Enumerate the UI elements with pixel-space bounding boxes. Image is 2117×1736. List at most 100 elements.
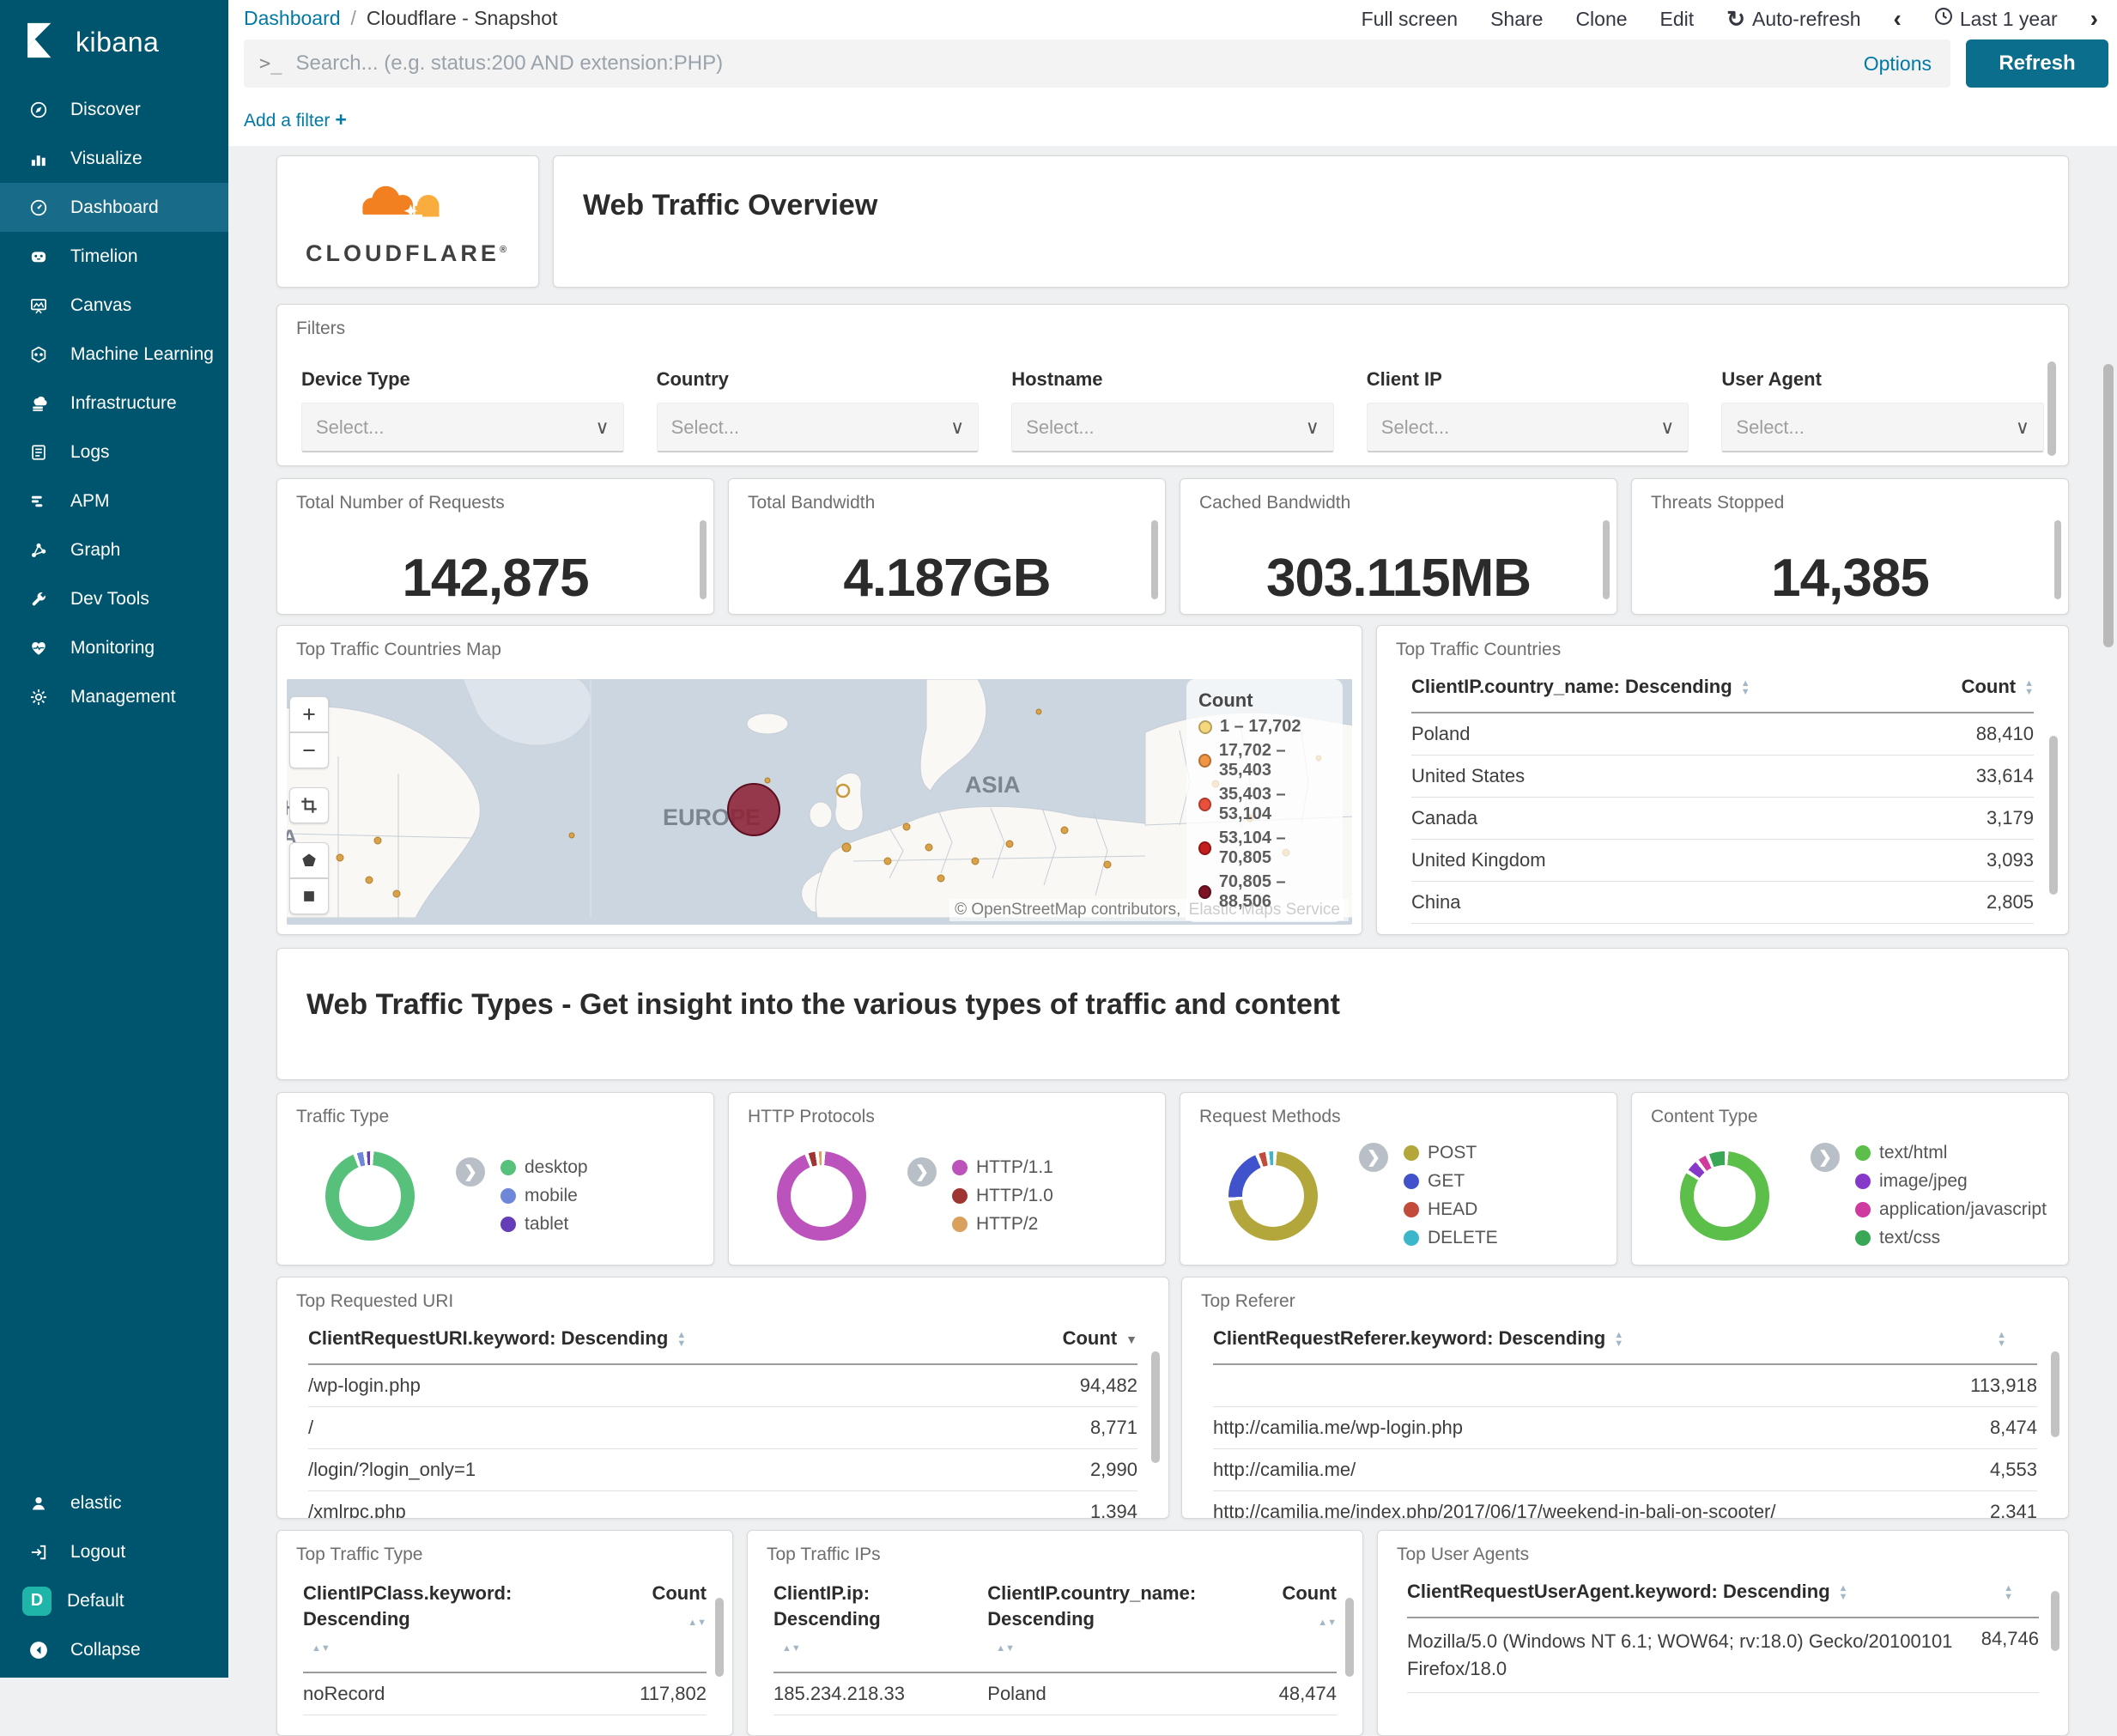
search-input[interactable] — [295, 52, 1845, 76]
legend-item[interactable]: GET — [1404, 1171, 1498, 1192]
request-methods-donut-chart[interactable] — [1228, 1150, 1318, 1241]
legend-item[interactable]: HEAD — [1404, 1199, 1498, 1220]
legend-item[interactable]: HTTP/2 — [952, 1214, 1053, 1235]
column-header[interactable]: ClientRequestUserAgent.keyword: Descendi… — [1407, 1581, 1995, 1603]
map-fit-data-button[interactable] — [289, 787, 329, 823]
scrollbar-thumb[interactable] — [1345, 1598, 1354, 1677]
sidebar-item-label: Logout — [70, 1541, 126, 1562]
column-header[interactable]: ▲ ▼ — [1988, 1327, 2037, 1350]
scrollbar-thumb[interactable] — [1151, 520, 1158, 599]
sidebar: kibana Discover Visualize Dashboard Time… — [0, 0, 228, 1678]
http-protocols-donut-chart[interactable] — [777, 1151, 866, 1241]
sidebar-item-discover[interactable]: Discover — [0, 85, 228, 134]
map-zoom-out-button[interactable]: − — [289, 732, 329, 768]
legend-toggle-icon[interactable]: ❯ — [456, 1157, 485, 1187]
legend-item[interactable]: image/jpeg — [1855, 1171, 2047, 1192]
sidebar-item-label: Monitoring — [70, 637, 155, 658]
scrollbar-thumb[interactable] — [2054, 520, 2061, 599]
filter-label: Client IP — [1366, 368, 1442, 390]
sidebar-item-space-default[interactable]: D Default — [0, 1576, 228, 1625]
sidebar-item-dev-tools[interactable]: Dev Tools — [0, 574, 228, 623]
hostname-select[interactable]: Select... ∨ — [1011, 403, 1334, 452]
breadcrumb-dashboard-link[interactable]: Dashboard — [244, 7, 341, 30]
legend-item[interactable]: application/javascript — [1855, 1199, 2047, 1220]
legend-item[interactable]: POST — [1404, 1143, 1498, 1163]
legend-item[interactable]: text/css — [1855, 1228, 2047, 1248]
sidebar-item-dashboard[interactable]: Dashboard — [0, 183, 228, 232]
full-screen-button[interactable]: Full screen — [1362, 8, 1458, 31]
scrollbar-thumb[interactable] — [700, 520, 707, 599]
sidebar-item-logout[interactable]: Logout — [0, 1527, 228, 1576]
column-header[interactable]: ClientIP.country_name: Descending ▲ ▼ — [1411, 676, 1962, 698]
map-bubble-poland[interactable] — [727, 783, 780, 836]
sidebar-item-collapse[interactable]: Collapse — [0, 1625, 228, 1674]
legend-toggle-icon[interactable]: ❯ — [1811, 1143, 1840, 1172]
panel-title: Top Traffic IPs — [767, 1545, 881, 1564]
column-header[interactable]: ClientIPClass.keyword: Descending ▲▼ — [303, 1581, 652, 1658]
map-zoom-in-button[interactable]: + — [289, 696, 329, 732]
scrollbar-thumb[interactable] — [1151, 1351, 1160, 1463]
legend-item[interactable]: DELETE — [1404, 1228, 1498, 1248]
legend-item[interactable]: mobile — [500, 1186, 588, 1206]
share-button[interactable]: Share — [1490, 8, 1543, 31]
sidebar-item-management[interactable]: Management — [0, 672, 228, 721]
sidebar-item-apm[interactable]: APM — [0, 476, 228, 525]
legend-toggle-icon[interactable]: ❯ — [1359, 1143, 1388, 1172]
scrollbar-thumb[interactable] — [715, 1598, 724, 1677]
client-ip-select[interactable]: Select... ∨ — [1366, 403, 1689, 452]
dev-tools-icon — [29, 590, 48, 609]
auto-refresh-button[interactable]: ↻ Auto-refresh — [1726, 6, 1860, 33]
legend-toggle-icon[interactable]: ❯ — [907, 1157, 937, 1187]
table-row: http://camilia.me/wp-login.php 8,474 — [1213, 1407, 2037, 1449]
refresh-button[interactable]: Refresh — [1966, 39, 2108, 88]
column-header[interactable]: ClientRequestReferer.keyword: Descending… — [1213, 1327, 1988, 1350]
sidebar-item-canvas[interactable]: Canvas — [0, 281, 228, 330]
sidebar-item-label: Visualize — [70, 148, 143, 168]
scrollbar-thumb[interactable] — [1603, 520, 1610, 599]
sidebar-item-timelion[interactable]: Timelion — [0, 232, 228, 281]
add-filter-link[interactable]: Add a filter + — [244, 108, 347, 131]
column-header[interactable]: Count ▼ — [1063, 1327, 1137, 1350]
sidebar-item-user[interactable]: elastic — [0, 1478, 228, 1527]
sidebar-item-monitoring[interactable]: Monitoring — [0, 623, 228, 672]
legend-item[interactable]: tablet — [500, 1214, 588, 1235]
column-header[interactable]: ▲ ▼ — [1995, 1581, 2039, 1603]
page-scrollbar-thumb[interactable] — [2103, 364, 2114, 647]
kibana-logo-block[interactable]: kibana — [0, 0, 228, 85]
sidebar-item-logs[interactable]: Logs — [0, 428, 228, 476]
sidebar-item-infrastructure[interactable]: Infrastructure — [0, 379, 228, 428]
column-header[interactable]: ClientIP.country_name: Descending ▲▼ — [987, 1581, 1224, 1658]
column-header[interactable]: Count▲▼ — [652, 1581, 707, 1632]
scrollbar-thumb[interactable] — [2051, 1351, 2059, 1437]
scrollbar-thumb[interactable] — [2049, 736, 2058, 895]
scrollbar-thumb[interactable] — [2047, 361, 2056, 456]
scrollbar-thumb[interactable] — [2051, 1591, 2059, 1651]
sidebar-item-machine-learning[interactable]: Machine Learning — [0, 330, 228, 379]
query-options-link[interactable]: Options — [1864, 52, 1932, 76]
clone-button[interactable]: Clone — [1575, 8, 1627, 31]
map-draw-polygon-button[interactable] — [289, 842, 329, 878]
collapse-icon — [29, 1641, 48, 1660]
legend-dot — [952, 1188, 968, 1204]
legend-item[interactable]: HTTP/1.1 — [952, 1157, 1053, 1178]
column-header[interactable]: Count▲▼ — [1962, 676, 2034, 698]
sidebar-item-visualize[interactable]: Visualize — [0, 134, 228, 183]
time-next-button[interactable]: › — [2090, 5, 2098, 33]
legend-item[interactable]: text/html — [1855, 1143, 2047, 1163]
country-select[interactable]: Select... ∨ — [656, 403, 980, 452]
legend-item[interactable]: desktop — [500, 1157, 588, 1178]
column-header[interactable]: ClientRequestURI.keyword: Descending ▲ ▼ — [308, 1327, 1063, 1350]
content-type-donut-chart[interactable] — [1680, 1150, 1769, 1241]
time-picker-button[interactable]: Last 1 year — [1934, 7, 2058, 31]
column-header[interactable]: ClientIP.ip: Descending ▲▼ — [773, 1581, 987, 1658]
map-draw-rectangle-button[interactable] — [289, 878, 329, 914]
time-previous-button[interactable]: ‹ — [1894, 5, 1902, 33]
sidebar-item-label: Machine Learning — [70, 343, 214, 364]
column-header[interactable]: Count▲▼ — [1224, 1581, 1337, 1632]
traffic-type-donut-chart[interactable] — [325, 1151, 415, 1241]
legend-item[interactable]: HTTP/1.0 — [952, 1186, 1053, 1206]
edit-button[interactable]: Edit — [1660, 8, 1695, 31]
sidebar-item-graph[interactable]: Graph — [0, 525, 228, 574]
user-agent-select[interactable]: Select... ∨ — [1721, 403, 2044, 452]
device-type-select[interactable]: Select... ∨ — [301, 403, 624, 452]
